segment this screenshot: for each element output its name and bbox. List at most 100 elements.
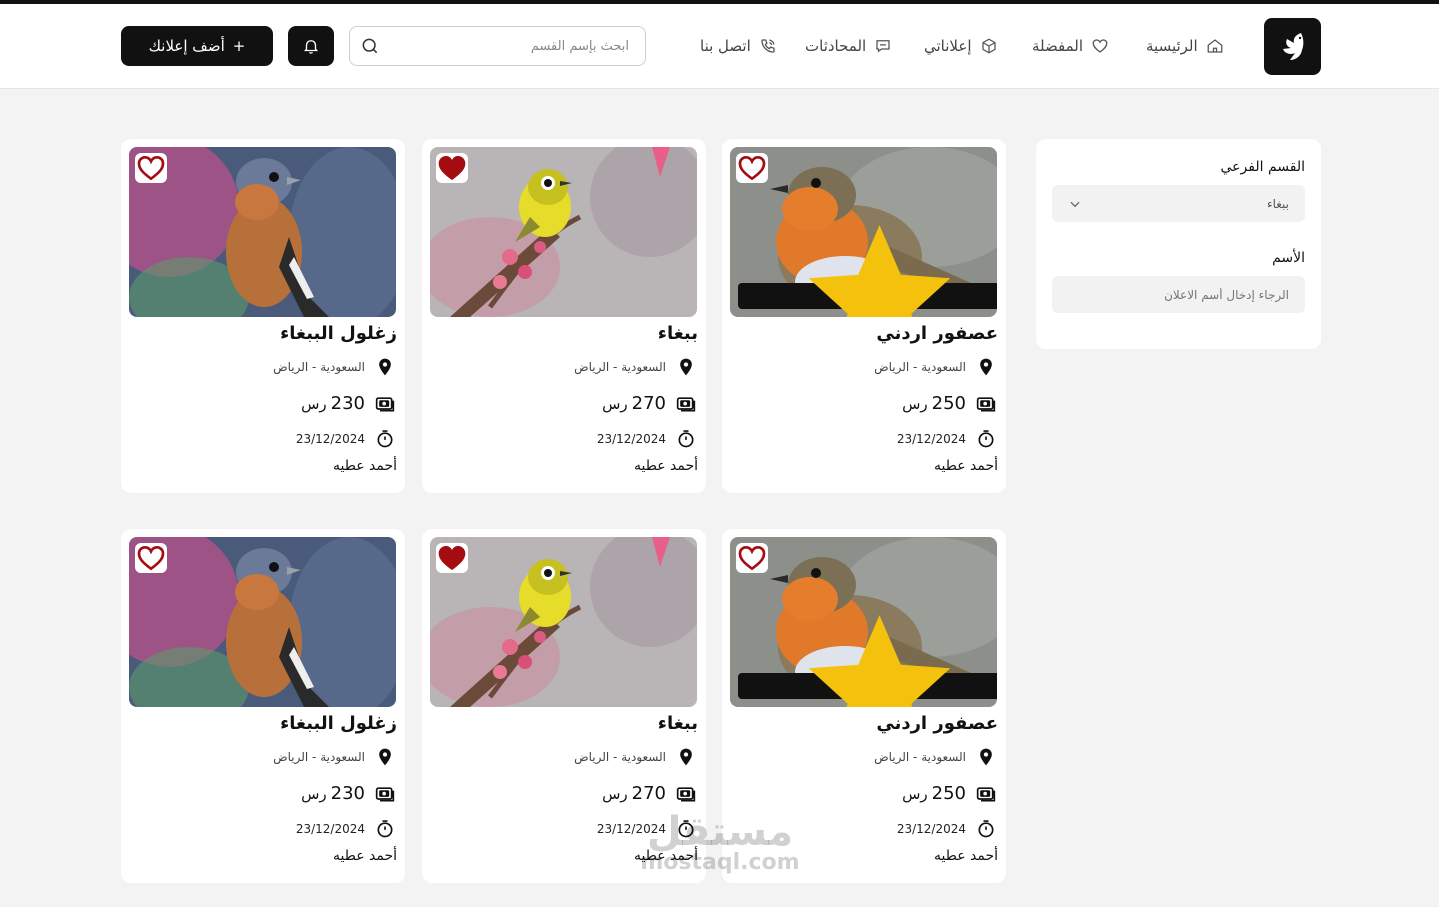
heart-outline-icon xyxy=(137,545,165,571)
date-text: 23/12/2024 xyxy=(596,432,666,446)
price-value: 270 xyxy=(631,783,666,804)
nav-contact[interactable]: اتصل بنا xyxy=(700,34,777,58)
timer-icon xyxy=(377,820,393,838)
home-icon xyxy=(1207,39,1223,53)
listing-title[interactable]: ببغاء xyxy=(658,713,698,734)
listing-price: 250رس xyxy=(902,393,996,414)
ad-name-input[interactable] xyxy=(1052,276,1305,313)
eagle-logo-icon xyxy=(1282,32,1303,60)
timer-icon xyxy=(978,820,994,838)
listing-price: 270رس xyxy=(602,783,696,804)
location-text: السعودية - الرياض xyxy=(574,360,666,374)
price-value: 250 xyxy=(931,783,966,804)
listing-card[interactable]: زغلول الببغاء السعودية - الرياض 230رس 23… xyxy=(121,139,405,493)
price-value: 230 xyxy=(330,393,365,414)
subcategory-label: القسم الفرعي xyxy=(1220,159,1305,175)
listing-card[interactable]: مميز عصفور اردني السعودية - الرياض 250رس… xyxy=(722,529,1006,883)
search-input[interactable] xyxy=(380,38,629,54)
listing-owner: أحمد عطيه xyxy=(633,848,698,864)
listing-title[interactable]: زغلول الببغاء xyxy=(280,713,397,734)
favorite-button[interactable] xyxy=(436,543,468,573)
favorite-button[interactable] xyxy=(736,153,768,183)
price-currency: رس xyxy=(301,395,327,413)
subcategory-value: ببغاء xyxy=(1266,196,1289,211)
notifications-button[interactable] xyxy=(288,26,334,66)
listing-image[interactable] xyxy=(430,147,697,317)
nav-favorites[interactable]: المفضلة xyxy=(1032,34,1109,58)
heart-outline-icon xyxy=(137,155,165,181)
listing-card[interactable]: ببغاء السعودية - الرياض 270رس 23/12/2024… xyxy=(422,529,706,883)
listing-location: السعودية - الرياض xyxy=(874,747,996,767)
location-text: السعودية - الرياض xyxy=(874,750,966,764)
location-text: السعودية - الرياض xyxy=(574,750,666,764)
favorite-button[interactable] xyxy=(135,543,167,573)
phone-icon xyxy=(761,39,775,53)
heart-filled-icon xyxy=(438,546,466,570)
listing-owner: أحمد عطيه xyxy=(933,458,998,474)
bird-photo xyxy=(129,537,396,707)
search-icon[interactable] xyxy=(360,36,380,56)
site-logo[interactable] xyxy=(1264,18,1321,75)
listing-date: 23/12/2024 xyxy=(296,819,395,839)
money-icon xyxy=(375,786,395,801)
date-text: 23/12/2024 xyxy=(295,822,365,836)
listing-image[interactable] xyxy=(129,147,396,317)
listing-location: السعودية - الرياض xyxy=(874,357,996,377)
listing-image[interactable] xyxy=(430,537,697,707)
heart-filled-icon xyxy=(438,156,466,180)
chevron-down-icon xyxy=(1070,201,1080,207)
date-text: 23/12/2024 xyxy=(295,432,365,446)
timer-icon xyxy=(678,820,694,838)
timer-icon xyxy=(978,430,994,448)
location-pin-icon xyxy=(379,748,391,766)
bird-photo xyxy=(129,147,396,317)
featured-badge: مميز xyxy=(738,615,997,707)
listing-image[interactable]: مميز xyxy=(730,537,997,707)
listing-date: 23/12/2024 xyxy=(597,819,696,839)
listing-price: 270رس xyxy=(602,393,696,414)
money-icon xyxy=(375,396,395,411)
plus-icon: + xyxy=(232,37,246,55)
nav-chats-label: المحادثات xyxy=(805,37,867,55)
date-text: 23/12/2024 xyxy=(896,432,966,446)
money-icon xyxy=(676,396,696,411)
listing-owner: أحمد عطيه xyxy=(332,848,397,864)
listing-title[interactable]: عصفور اردني xyxy=(876,713,998,734)
search-box[interactable] xyxy=(349,26,646,66)
location-pin-icon xyxy=(680,748,692,766)
listing-card[interactable]: زغلول الببغاء السعودية - الرياض 230رس 23… xyxy=(121,529,405,883)
add-ad-button[interactable]: أضف إعلانك + xyxy=(121,26,273,66)
favorite-button[interactable] xyxy=(135,153,167,183)
price-currency: رس xyxy=(602,785,628,803)
chat-icon xyxy=(876,40,890,53)
nav-chats[interactable]: المحادثات xyxy=(805,34,892,58)
favorite-button[interactable] xyxy=(736,543,768,573)
listing-location: السعودية - الرياض xyxy=(574,747,696,767)
money-icon xyxy=(976,786,996,801)
listing-card[interactable]: ببغاء السعودية - الرياض 270رس 23/12/2024… xyxy=(422,139,706,493)
favorite-button[interactable] xyxy=(436,153,468,183)
price-value: 230 xyxy=(330,783,365,804)
listing-title[interactable]: ببغاء xyxy=(658,323,698,344)
star-icon xyxy=(808,225,951,317)
listing-price: 250رس xyxy=(902,783,996,804)
subcategory-select[interactable]: ببغاء xyxy=(1052,185,1305,222)
price-currency: رس xyxy=(902,395,928,413)
listing-card[interactable]: مميز عصفور اردني السعودية - الرياض 250رس… xyxy=(722,139,1006,493)
location-text: السعودية - الرياض xyxy=(273,360,365,374)
listing-title[interactable]: زغلول الببغاء xyxy=(280,323,397,344)
nav-favorites-label: المفضلة xyxy=(1032,37,1084,55)
nav-my-ads[interactable]: إعلاناتي xyxy=(924,34,998,58)
listing-image[interactable] xyxy=(129,537,396,707)
money-icon xyxy=(976,396,996,411)
price-currency: رس xyxy=(902,785,928,803)
location-text: السعودية - الرياض xyxy=(273,750,365,764)
listing-price: 230رس xyxy=(301,393,395,414)
listing-image[interactable]: مميز xyxy=(730,147,997,317)
bird-photo xyxy=(430,147,697,317)
listing-title[interactable]: عصفور اردني xyxy=(876,323,998,344)
money-icon xyxy=(676,786,696,801)
nav-home[interactable]: الرئيسية xyxy=(1146,34,1224,58)
filter-panel: القسم الفرعي ببغاء الأسم xyxy=(1036,139,1321,349)
box-icon xyxy=(981,38,996,54)
